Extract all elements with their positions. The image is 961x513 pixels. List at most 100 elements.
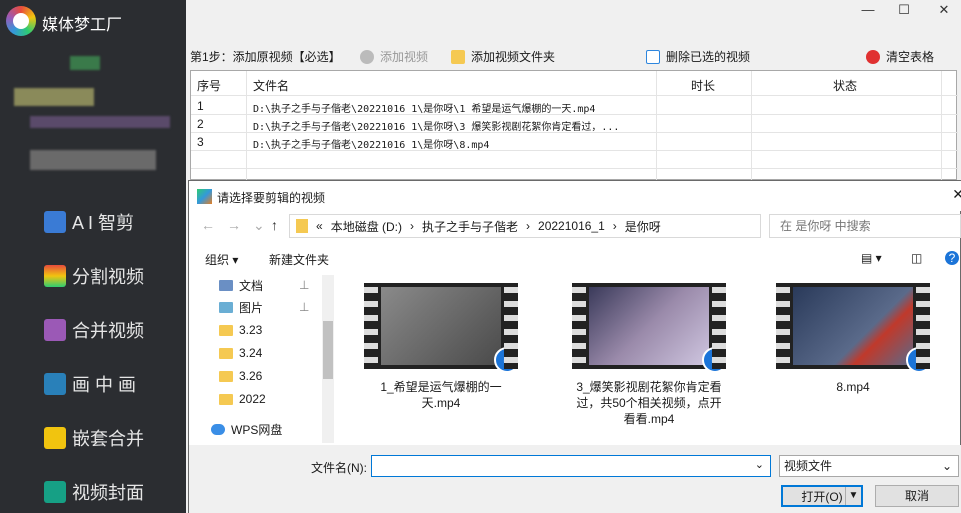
dialog-titlebar: 请选择要剪辑的视频 ✕: [189, 181, 961, 211]
open-button[interactable]: 打开(O) ▼: [781, 485, 863, 507]
new-folder-button[interactable]: 新建文件夹: [269, 251, 329, 268]
file-name: 8.mp4: [836, 380, 870, 394]
organize-menu[interactable]: 组织 ▾: [205, 251, 238, 268]
file-name: 1_希望是运气爆棚的一天.mp4: [380, 380, 502, 410]
breadcrumb-folder-1[interactable]: 执子之手与子偕老: [422, 218, 518, 235]
dialog-close-button[interactable]: ✕: [952, 186, 961, 203]
navigation-pane: 文档 ⊥ 图片 ⊥ 3.23 3.24 3.26 2022 WPS网盘: [189, 273, 336, 445]
table-row-3-file[interactable]: D:\执子之手与子偕老\20221016_1\是你呀\8.mp4: [253, 136, 489, 151]
nest-merge-icon: [44, 427, 66, 449]
dialog-footer: 文件名(N): ⌄ 视频文件 ⌄ 打开(O) ▼ 取消: [189, 445, 961, 513]
table-row-3-index: 3: [197, 135, 204, 149]
file-item-2[interactable]: ● 3_爆笑影视剧花絮你肯定看过，共50个相关视频，点开看看.mp4: [569, 283, 729, 427]
file-item-3[interactable]: ● 8.mp4: [773, 283, 933, 395]
sidebar-item-split-video[interactable]: 分割视频: [44, 263, 144, 289]
chevron-down-icon[interactable]: ⌄: [755, 458, 764, 471]
dialog-title: 请选择要剪辑的视频: [217, 191, 326, 205]
add-icon: [360, 49, 374, 64]
tree-item-documents[interactable]: 文档 ⊥: [219, 275, 309, 295]
video-table[interactable]: 序号 文件名 时长 状态 1 D:\执子之手与子偕老\20221016_1\是你…: [190, 70, 958, 181]
video-player-icon: ●: [906, 347, 932, 373]
header-duration: 时长: [691, 79, 716, 93]
sidebar: 媒体梦工厂 A I 智剪 分割视频 合并视频 画 中 画 嵌套合并 视频封面: [0, 0, 186, 513]
ai-clip-icon: [44, 211, 66, 233]
forward-icon[interactable]: →: [227, 217, 241, 233]
breadcrumb-folder-3[interactable]: 是你呀: [625, 218, 661, 235]
open-dropdown-icon[interactable]: ▼: [845, 487, 861, 505]
app-logo: [6, 6, 36, 36]
clear-table-button[interactable]: 清空表格: [866, 48, 934, 65]
video-thumbnail: ●: [364, 283, 520, 373]
command-bar: 组织 ▾ 新建文件夹 ▤ ▾ ◫ ?: [189, 245, 961, 271]
folder-icon: [296, 219, 308, 233]
tree-item-wps-cloud[interactable]: WPS网盘: [211, 419, 282, 439]
picture-in-picture-icon: [44, 373, 66, 395]
sidebar-item-picture-in-picture[interactable]: 画 中 画: [44, 371, 136, 397]
add-folder-button[interactable]: 添加视频文件夹: [451, 48, 555, 65]
split-video-icon: [44, 265, 66, 287]
tree-item-3-26[interactable]: 3.26: [219, 366, 262, 386]
folder-icon: [219, 370, 233, 382]
preview-pane-icon[interactable]: ◫: [911, 251, 922, 265]
app-title: 媒体梦工厂: [42, 17, 123, 34]
folder-icon: [451, 49, 465, 64]
app-small-icon: [197, 189, 212, 204]
help-icon[interactable]: ?: [945, 251, 959, 265]
filename-input[interactable]: ⌄: [371, 455, 771, 477]
sidebar-item-ai-clip[interactable]: A I 智剪: [44, 209, 134, 235]
tree-item-3-24[interactable]: 3.24: [219, 343, 262, 363]
sidebar-item-video-cover[interactable]: 视频封面: [44, 479, 144, 505]
back-icon[interactable]: ←: [201, 217, 215, 233]
file-dialog: 请选择要剪辑的视频 ✕ ← → ⌄ ↑ « 本地磁盘 (D:) › 执子之手与子…: [188, 180, 961, 513]
chevron-down-icon[interactable]: ⌄: [942, 456, 952, 476]
folder-icon: [219, 347, 233, 359]
maximize-button[interactable]: ☐: [894, 2, 914, 18]
filename-label: 文件名(N):: [311, 461, 367, 475]
tree-item-2022[interactable]: 2022: [219, 389, 266, 409]
header-status: 状态: [833, 79, 858, 93]
close-button[interactable]: ✕: [934, 2, 954, 18]
table-row-1-file[interactable]: D:\执子之手与子偕老\20221016_1\是你呀\1_希望是运气爆棚的一天.…: [253, 100, 595, 115]
table-row-1-index: 1: [197, 99, 204, 113]
tree-scrollbar[interactable]: [322, 275, 334, 443]
toolbar: 第1步：添加原视频【必选】 添加视频 添加视频文件夹 删除已选的视频 清空表格: [186, 44, 961, 68]
history-dropdown-icon[interactable]: ⌄: [253, 217, 265, 234]
blurred-username: [14, 88, 94, 106]
sidebar-item-merge-video[interactable]: 合并视频: [44, 317, 144, 343]
address-bar[interactable]: « 本地磁盘 (D:) › 执子之手与子偕老 › 20221016_1 › 是你…: [289, 214, 761, 238]
sidebar-item-nest-merge[interactable]: 嵌套合并: [44, 425, 144, 451]
folder-icon: [219, 324, 233, 336]
tree-item-pictures[interactable]: 图片 ⊥: [219, 297, 309, 317]
breadcrumb-drive[interactable]: 本地磁盘 (D:): [331, 218, 402, 235]
blurred-info: [30, 116, 170, 128]
scrollbar-thumb[interactable]: [323, 321, 333, 379]
up-icon[interactable]: ↑: [271, 217, 278, 233]
header-filename: 文件名: [253, 79, 290, 93]
add-video-button[interactable]: 添加视频: [360, 48, 428, 65]
table-row-2-index: 2: [197, 117, 204, 131]
delete-selected-button[interactable]: 删除已选的视频: [646, 48, 750, 65]
pictures-icon: [219, 301, 233, 313]
blurred-avatar: [70, 56, 100, 70]
view-options-icon[interactable]: ▤ ▾: [861, 251, 882, 265]
clear-icon: [866, 49, 880, 64]
delete-icon: [646, 49, 660, 64]
pin-icon: ⊥: [299, 278, 310, 292]
table-row-2-file[interactable]: D:\执子之手与子偕老\20221016_1\是你呀\3_爆笑影视剧花絮你肯定看…: [253, 118, 619, 133]
search-input[interactable]: 在 是你呀 中搜索: [769, 214, 961, 238]
blurred-stats: [30, 150, 156, 170]
file-item-1[interactable]: ● 1_希望是运气爆棚的一天.mp4: [361, 283, 521, 411]
tree-item-3-23[interactable]: 3.23: [219, 320, 262, 340]
video-cover-icon: [44, 481, 66, 503]
pin-icon: ⊥: [299, 300, 310, 314]
breadcrumb-folder-2[interactable]: 20221016_1: [538, 219, 605, 233]
file-name: 3_爆笑影视剧花絮你肯定看过，共50个相关视频，点开看看.mp4: [576, 380, 722, 426]
file-type-select[interactable]: 视频文件 ⌄: [779, 455, 959, 477]
minimize-button[interactable]: —: [858, 2, 878, 17]
video-player-icon: ●: [494, 347, 520, 373]
merge-video-icon: [44, 319, 66, 341]
document-icon: [219, 279, 233, 291]
video-thumbnail: ●: [572, 283, 728, 373]
cancel-button[interactable]: 取消: [875, 485, 959, 507]
video-player-icon: ●: [702, 347, 728, 373]
